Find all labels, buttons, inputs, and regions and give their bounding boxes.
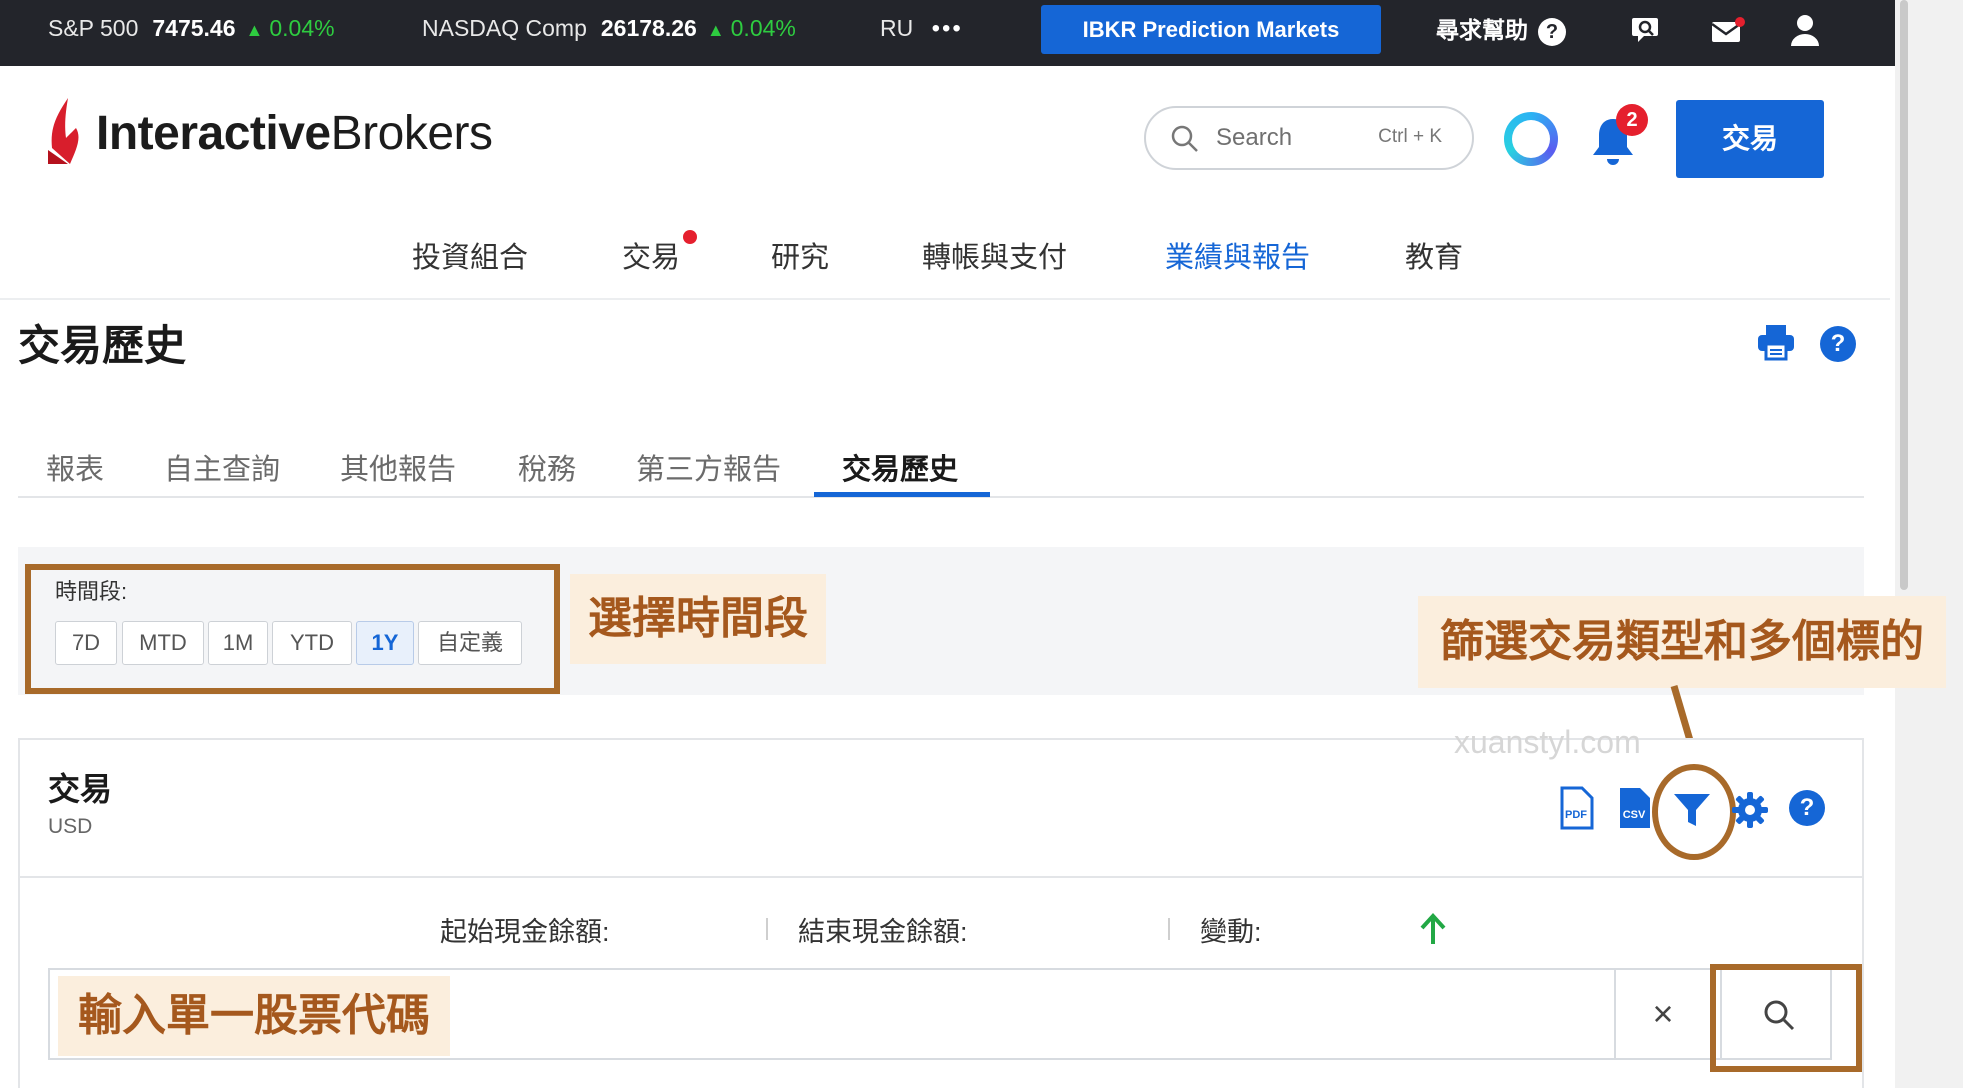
print-icon[interactable] (1756, 322, 1796, 362)
period-annotation-frame (25, 564, 560, 694)
ticker-symbol: RU (880, 15, 914, 41)
market-ticker-bar: S&P 500 7475.46 ▲ 0.04% NASDAQ Comp 26178.26… (0, 0, 1895, 66)
export-csv-icon[interactable]: CSV (1614, 786, 1654, 830)
user-account-icon[interactable] (1788, 12, 1822, 48)
ticker-item-ru[interactable]: RU ••• (880, 0, 963, 66)
card-title: 交易 (48, 771, 113, 807)
chat-search-icon[interactable] (1630, 14, 1662, 48)
notification-count-badge: 2 (1616, 104, 1648, 136)
nav-item-research[interactable]: 研究 (771, 234, 829, 276)
ticker-item-sp500[interactable]: S&P 500 7475.46 ▲ 0.04% (48, 0, 335, 66)
ai-assistant-icon[interactable] (1504, 112, 1558, 166)
filter-annotation-label: 篩選交易類型和多個標的 (1418, 596, 1946, 688)
active-tab-underline (814, 492, 990, 497)
summary-separator (766, 918, 768, 940)
search-button-annotation-frame (1710, 964, 1862, 1072)
ticker-value: 7475.46 (152, 15, 236, 41)
svg-text:CSV: CSV (1623, 809, 1646, 821)
reports-tabs: 報表 自主查詢 其他報告 稅務 第三方報告 交易歷史 (18, 436, 1864, 498)
global-search-input[interactable] (1216, 118, 1376, 158)
svg-text:PDF: PDF (1565, 809, 1587, 821)
tab-flex-queries[interactable]: 自主查詢 (164, 446, 280, 488)
symbol-input[interactable] (530, 984, 1630, 1044)
search-shortcut-hint: Ctrl + K (1378, 126, 1442, 147)
up-triangle-icon: ▲ (245, 20, 264, 40)
ticker-value: 26178.26 (600, 15, 697, 41)
tab-tax[interactable]: 稅務 (518, 446, 576, 488)
prediction-markets-button[interactable]: IBKR Prediction Markets (1041, 5, 1381, 54)
end-cash-balance-label: 結束現金餘額: (798, 917, 968, 947)
export-pdf-icon[interactable]: PDF (1556, 786, 1596, 830)
page-title: 交易歷史 (18, 322, 187, 369)
watermark-text: xuanstyl.com (1454, 724, 1641, 760)
card-header-divider (18, 876, 1864, 878)
help-circle-icon: ? (1538, 17, 1566, 46)
mail-icon[interactable] (1710, 16, 1746, 46)
ticker-symbol: NASDAQ Comp (422, 15, 587, 41)
help-link[interactable]: 尋求幫助? (1436, 12, 1566, 48)
period-annotation-label: 選擇時間段 (570, 574, 826, 664)
trade-button[interactable]: 交易 (1676, 100, 1824, 178)
tab-third-party-reports[interactable]: 第三方報告 (636, 446, 781, 488)
ticker-item-nasdaq[interactable]: NASDAQ Comp 26178.26 ▲ 0.04% (422, 0, 796, 66)
change-label: 變動: (1200, 917, 1262, 947)
tab-other-reports[interactable]: 其他報告 (340, 446, 456, 488)
nav-item-education[interactable]: 教育 (1405, 234, 1463, 276)
ticker-change-value: 0.04% (269, 15, 335, 41)
nav-item-portfolio[interactable]: 投資組合 (412, 234, 528, 276)
card-help-icon[interactable]: ? (1789, 790, 1825, 826)
global-search-box[interactable]: Ctrl + K (1144, 106, 1474, 170)
nav-item-performance-reports[interactable]: 業績與報告 (1165, 234, 1310, 276)
nav-item-transfer-pay[interactable]: 轉帳與支付 (922, 234, 1067, 276)
tab-statements[interactable]: 報表 (46, 446, 104, 488)
help-label: 尋求幫助 (1436, 17, 1528, 43)
up-triangle-icon: ▲ (706, 20, 725, 40)
ib-flame-logo-icon (48, 98, 79, 164)
more-dots-icon[interactable]: ••• (932, 15, 963, 42)
card-currency: USD (48, 815, 93, 838)
main-navigation: 投資組合 交易 研究 轉帳與支付 業績與報告 教育 (0, 224, 1890, 300)
filter-annotation-circle (1652, 764, 1736, 860)
symbol-annotation-label: 輸入單一股票代碼 (58, 976, 450, 1056)
settings-gear-icon[interactable] (1730, 788, 1770, 832)
nav-item-trade[interactable]: 交易 (622, 234, 680, 276)
up-arrow-icon (1420, 913, 1446, 944)
trade-alert-dot (683, 230, 697, 244)
ticker-change: ▲ 0.04% (246, 15, 335, 41)
ticker-change: ▲ 0.04% (707, 15, 796, 41)
summary-separator (1168, 918, 1170, 940)
search-icon (1171, 125, 1198, 152)
logo-wordmark: InteractiveBrokers (96, 107, 493, 160)
page-scrollbar-thumb[interactable] (1900, 0, 1908, 590)
clear-symbol-button[interactable]: × (1614, 968, 1710, 1060)
ticker-change-value: 0.04% (730, 15, 796, 41)
ticker-symbol: S&P 500 (48, 15, 139, 41)
start-cash-balance-label: 起始現金餘額: (440, 917, 610, 947)
page-help-icon[interactable]: ? (1820, 326, 1856, 362)
tab-transaction-history[interactable]: 交易歷史 (842, 446, 958, 488)
